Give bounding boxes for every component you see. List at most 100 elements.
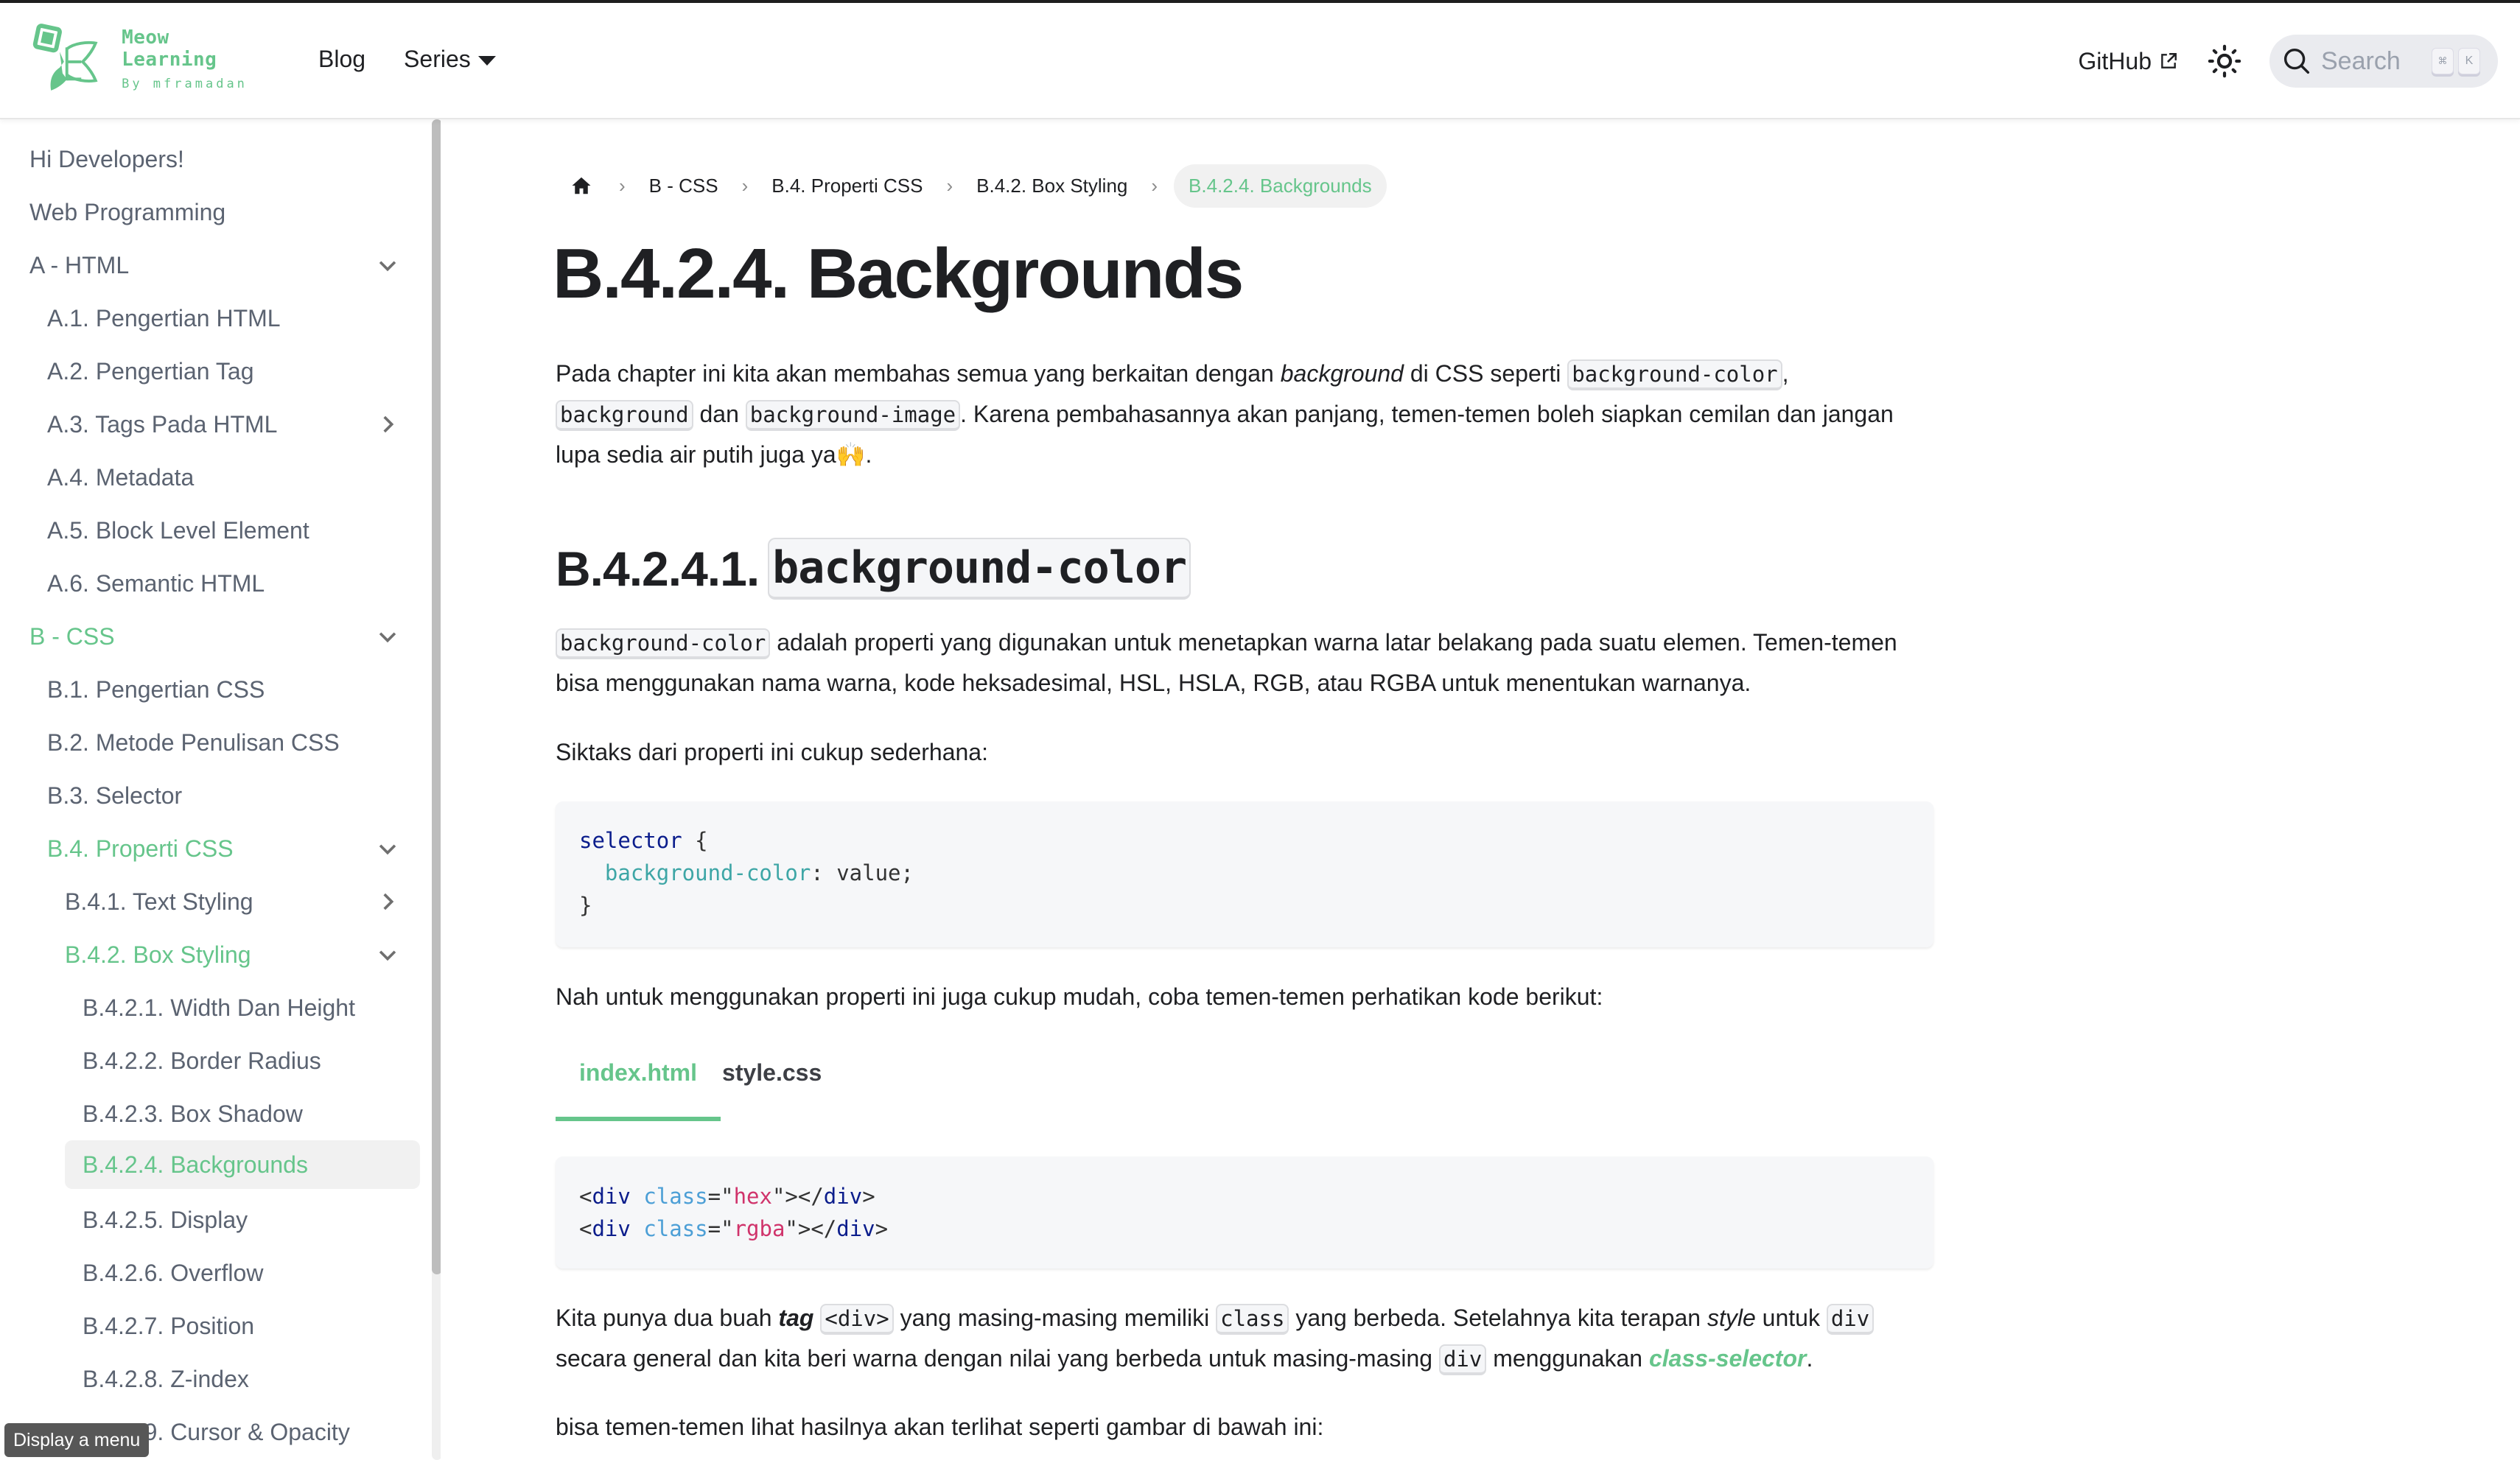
text: untuk: [1755, 1305, 1827, 1331]
text: bisa menggunakan nama warna, kode heksad…: [556, 670, 1751, 696]
sidebar-item-a3[interactable]: A.3. Tags Pada HTML: [47, 400, 405, 449]
paragraph: Nah untuk menggunakan properti ini juga …: [556, 983, 1603, 1010]
sidebar-item-a5[interactable]: A.5. Block Level Element: [47, 506, 309, 555]
breadcrumb-b-css[interactable]: B - CSS: [649, 175, 718, 197]
sidebar-item-label: B.3. Selector: [47, 782, 183, 809]
sidebar-item-a6[interactable]: A.6. Semantic HTML: [47, 559, 265, 608]
breadcrumb-separator: ›: [741, 174, 749, 197]
nav-blog[interactable]: Blog: [318, 46, 365, 73]
home-icon[interactable]: [570, 173, 595, 198]
emphasis: background: [1280, 360, 1404, 387]
github-label: GitHub: [2078, 47, 2152, 74]
sidebar-item-b422[interactable]: B.4.2.2. Border Radius: [83, 1036, 321, 1085]
code-token: : value;: [811, 860, 914, 885]
sidebar-item-label: B.4.2.5. Display: [83, 1206, 248, 1233]
sidebar-item-label: Web Programming: [29, 198, 226, 225]
inline-code: div: [1826, 1304, 1875, 1335]
external-link-icon: [2161, 53, 2177, 69]
chevron-down-icon[interactable]: [373, 940, 402, 969]
sidebar-item-b428[interactable]: B.4.2.8. Z-index: [83, 1355, 249, 1403]
breadcrumb-separator: ›: [619, 174, 626, 197]
sidebar-item-b423[interactable]: B.4.2.3. Box Shadow: [83, 1089, 303, 1138]
text: yang berbeda. Setelahnya kita terapan: [1289, 1305, 1707, 1331]
sidebar-item-b427[interactable]: B.4.2.7. Position: [83, 1302, 254, 1350]
sidebar-item-label: Hi Developers!: [29, 145, 184, 172]
nav-series-label: Series: [404, 46, 471, 72]
sidebar-item-b1[interactable]: B.1. Pengertian CSS: [47, 665, 265, 714]
sidebar-item-label: B.4.1. Text Styling: [65, 888, 253, 915]
search-input[interactable]: Search ⌘ K: [2269, 35, 2498, 88]
nav-series-dropdown[interactable]: Series: [404, 46, 496, 73]
sidebar-item-label: A.4. Metadata: [47, 463, 195, 491]
text: yang masing-masing memiliki: [893, 1305, 1217, 1331]
code-token: div: [836, 1216, 875, 1241]
text: .: [1806, 1345, 1813, 1372]
paragraph-line: bisa menggunakan nama warna, kode heksad…: [556, 663, 1751, 703]
sidebar-item-a4[interactable]: A.4. Metadata: [47, 453, 194, 502]
inline-code: div: [1438, 1344, 1487, 1375]
sidebar-scrollbar-thumb[interactable]: [432, 119, 441, 1274]
code-token: rgba: [733, 1216, 785, 1241]
header-actions: GitHub Search ⌘ K: [2078, 3, 2520, 119]
sidebar-item-b4[interactable]: B.4. Properti CSS: [47, 824, 405, 873]
breadcrumb-b4[interactable]: B.4. Properti CSS: [771, 175, 923, 197]
sidebar-item-b425[interactable]: B.4.2.5. Display: [83, 1196, 248, 1244]
text: menggunakan: [1486, 1345, 1649, 1372]
code-token: div: [823, 1184, 863, 1209]
sidebar-item-label: B.4.2. Box Styling: [65, 941, 251, 968]
page-title: B.4.2.4. Backgrounds: [553, 234, 1244, 313]
theme-toggle-button[interactable]: [2205, 41, 2244, 81]
github-link[interactable]: GitHub: [2078, 48, 2178, 75]
breadcrumb: › B - CSS › B.4. Properti CSS › B.4.2. B…: [556, 164, 1387, 208]
class-selector-link[interactable]: class-selector: [1649, 1345, 1806, 1372]
code-token: background-color: [604, 860, 811, 885]
chevron-down-icon[interactable]: [373, 622, 402, 651]
chevron-right-icon[interactable]: [373, 887, 402, 916]
text: .: [865, 441, 872, 468]
site-logo[interactable]: Meow Learning By mframadan: [29, 22, 273, 96]
sidebar-item-b2[interactable]: B.2. Metode Penulisan CSS: [47, 718, 340, 767]
raising-hands-emoji-icon: 🙌: [836, 441, 866, 468]
logo-subtitle: By mframadan: [122, 77, 248, 91]
breadcrumb-separator: ›: [946, 174, 953, 197]
sidebar-item-a1[interactable]: A.1. Pengertian HTML: [47, 294, 281, 343]
sidebar-item-b-css[interactable]: B - CSS: [29, 612, 405, 661]
text: Kita punya dua buah: [556, 1305, 779, 1331]
sidebar-item-b41[interactable]: B.4.1. Text Styling: [65, 877, 405, 926]
sun-icon: [2208, 44, 2241, 78]
tab-style-css[interactable]: style.css: [721, 1040, 845, 1105]
chevron-down-icon[interactable]: [373, 834, 402, 863]
code-token: hex: [733, 1184, 772, 1209]
breadcrumb-b42[interactable]: B.4.2. Box Styling: [976, 175, 1127, 197]
paragraph-line: Kita punya dua buah tag <div> yang masin…: [556, 1298, 1875, 1339]
paragraph: bisa temen-temen lihat hasilnya akan ter…: [556, 1414, 1324, 1440]
sidebar-item-b426[interactable]: B.4.2.6. Overflow: [83, 1249, 263, 1297]
text: Pada chapter ini kita akan membahas semu…: [556, 360, 1281, 387]
code-block-index-html: <div class="hex"></div> <div class="rgba…: [556, 1157, 1933, 1268]
sidebar-item-hi-developers[interactable]: Hi Developers!: [29, 135, 184, 183]
sidebar-item-label: A.3. Tags Pada HTML: [47, 410, 278, 438]
code-tabs: index.html style.css: [556, 1040, 845, 1121]
sidebar-item-web-programming[interactable]: Web Programming: [29, 188, 225, 236]
sidebar-item-b3[interactable]: B.3. Selector: [47, 771, 182, 820]
kbd-k-key: K: [2458, 48, 2480, 74]
inline-code: <div>: [820, 1304, 894, 1335]
sidebar-item-a-html[interactable]: A - HTML: [29, 241, 405, 289]
paragraph: Siktaks dari properti ini cukup sederhan…: [556, 739, 988, 765]
emphasis: style: [1707, 1305, 1756, 1331]
code-token: }: [579, 893, 592, 918]
code-block-syntax: selector { background-color: value; }: [556, 801, 1933, 947]
kbd-cmd-key: ⌘: [2432, 48, 2454, 74]
sidebar-item-b42[interactable]: B.4.2. Box Styling: [65, 930, 405, 979]
chevron-right-icon[interactable]: [373, 410, 402, 439]
sidebar-item-label: B.4.2.8. Z-index: [83, 1365, 249, 1392]
sidebar-item-a2[interactable]: A.2. Pengertian Tag: [47, 347, 254, 396]
tab-index-html[interactable]: index.html: [556, 1040, 721, 1121]
sidebar-nav: Hi Developers! Web Programming A - HTML …: [0, 119, 441, 1460]
sidebar-item-b421[interactable]: B.4.2.1. Width Dan Height: [83, 983, 355, 1032]
chevron-down-icon[interactable]: [373, 250, 402, 280]
sidebar-item-label: B.4. Properti CSS: [47, 835, 234, 862]
inline-code: background-color: [556, 628, 771, 659]
code-token: selector: [579, 828, 682, 853]
sidebar-item-b424-active[interactable]: B.4.2.4. Backgrounds: [65, 1140, 420, 1189]
